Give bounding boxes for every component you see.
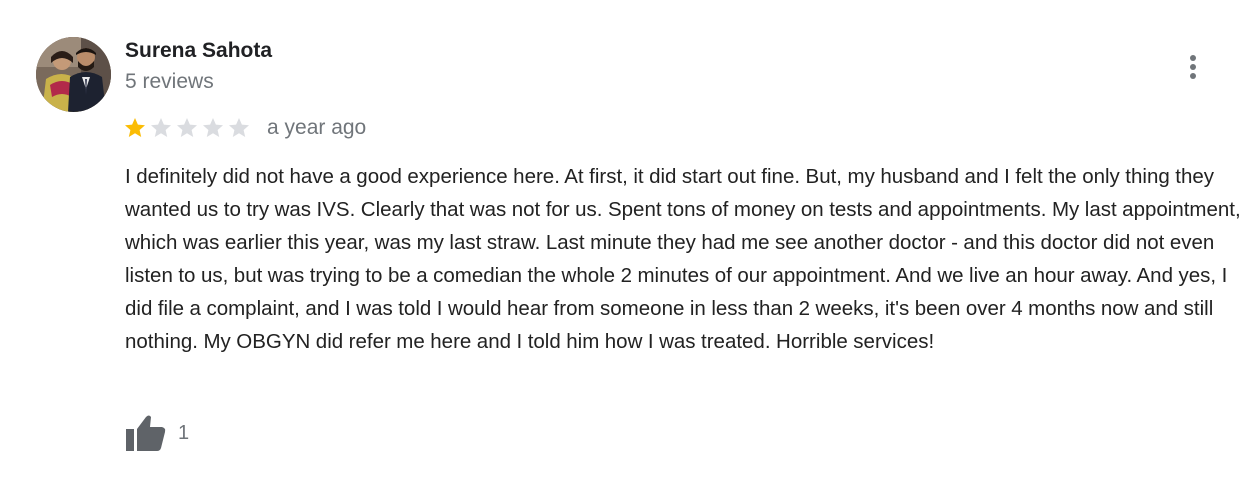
more-vert-icon-dot bbox=[1190, 64, 1196, 70]
thumbs-up-icon bbox=[126, 415, 166, 451]
star-empty-icon bbox=[229, 118, 249, 137]
star-empty-icon bbox=[203, 118, 223, 137]
review-card: Surena Sahota 5 reviews a year ago I def… bbox=[0, 0, 1256, 477]
star-filled-icon bbox=[125, 118, 145, 137]
star-empty-icon bbox=[151, 118, 171, 137]
review-date: a year ago bbox=[267, 116, 367, 139]
star-empty-icon bbox=[177, 118, 197, 137]
star-rating bbox=[123, 116, 253, 140]
more-vert-icon bbox=[1190, 55, 1196, 61]
more-vert-icon-dot bbox=[1190, 73, 1196, 79]
more-options-button[interactable] bbox=[1180, 50, 1208, 84]
rating-row: a year ago bbox=[123, 114, 366, 142]
author-review-count[interactable]: 5 reviews bbox=[125, 69, 214, 95]
like-count: 1 bbox=[178, 421, 190, 444]
profile-photo-icon bbox=[36, 37, 111, 112]
avatar[interactable] bbox=[36, 37, 111, 112]
author-name[interactable]: Surena Sahota bbox=[125, 38, 272, 64]
like-button[interactable]: 1 bbox=[124, 413, 189, 453]
review-text: I definitely did not have a good experie… bbox=[125, 165, 1241, 353]
